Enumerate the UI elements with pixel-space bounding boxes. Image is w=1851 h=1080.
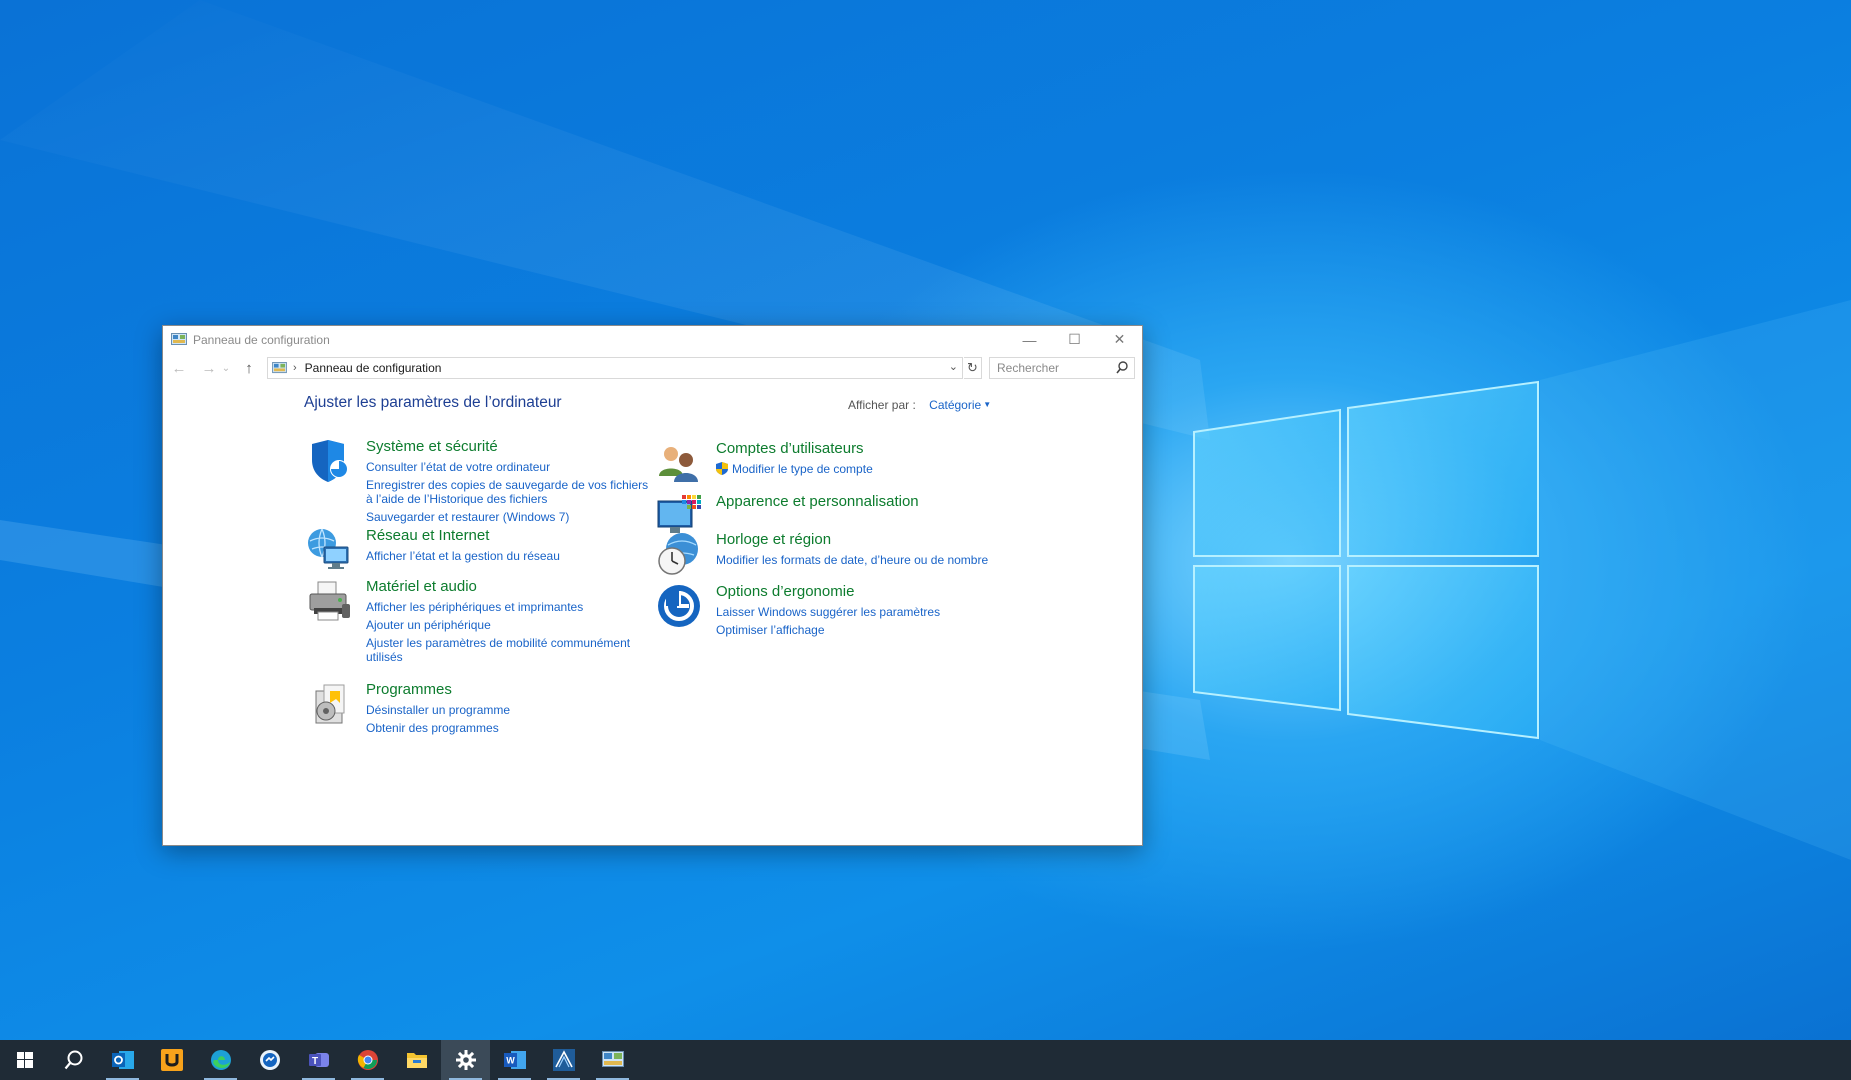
messenger-icon bbox=[259, 1050, 280, 1070]
content-area: Ajuster les paramètres de l’ordinateur A… bbox=[163, 383, 1142, 845]
svg-text:T: T bbox=[311, 1056, 317, 1067]
control-panel-window: Panneau de configuration — ☐ ✕ ← → ⌄ ↑ ›… bbox=[162, 325, 1143, 846]
search-icon[interactable] bbox=[1116, 361, 1128, 375]
category-title[interactable]: Horloge et région bbox=[716, 531, 831, 548]
link-network-status[interactable]: Afficher l’état et la gestion du réseau bbox=[366, 549, 656, 563]
up-button[interactable]: ↑ bbox=[238, 357, 260, 379]
refresh-button[interactable]: ↻ bbox=[964, 357, 982, 379]
shield-icon[interactable] bbox=[306, 438, 352, 484]
users-icon[interactable] bbox=[656, 440, 702, 486]
programs-icon[interactable] bbox=[306, 681, 352, 727]
printer-icon[interactable] bbox=[306, 578, 352, 624]
control-panel-icon bbox=[171, 333, 187, 345]
search-placeholder: Rechercher bbox=[997, 361, 1060, 375]
link-add-device[interactable]: Ajouter un périphérique bbox=[366, 618, 656, 632]
taskbar-outlook[interactable] bbox=[98, 1040, 147, 1080]
teams-icon: T bbox=[308, 1053, 329, 1067]
taskbar: T W bbox=[0, 1040, 1851, 1080]
breadcrumb-control-panel[interactable]: Panneau de configuration bbox=[305, 361, 442, 375]
page-title: Ajuster les paramètres de l’ordinateur bbox=[304, 394, 562, 411]
caret-down-icon[interactable]: ▼ bbox=[983, 400, 991, 409]
link-uninstall-program[interactable]: Désinstaller un programme bbox=[366, 703, 656, 717]
settings-icon bbox=[455, 1050, 476, 1070]
link-mobility-settings[interactable]: Ajuster les paramètres de mobilité commu… bbox=[366, 636, 656, 664]
link-windows-suggest[interactable]: Laisser Windows suggérer les paramètres bbox=[716, 605, 1006, 619]
taskbar-settings[interactable] bbox=[441, 1040, 490, 1080]
search-icon bbox=[64, 1050, 82, 1070]
outlook-icon bbox=[111, 1051, 134, 1069]
recent-locations-button[interactable]: ⌄ bbox=[220, 357, 232, 379]
file-explorer-icon bbox=[406, 1053, 427, 1068]
window-title: Panneau de configuration bbox=[193, 332, 330, 347]
network-icon[interactable] bbox=[306, 527, 352, 573]
category-title[interactable]: Options d’ergonomie bbox=[716, 583, 854, 600]
taskbar-word[interactable]: W bbox=[490, 1040, 539, 1080]
word-icon: W bbox=[503, 1051, 526, 1069]
ease-of-access-icon[interactable] bbox=[656, 583, 702, 629]
control-panel-icon bbox=[272, 362, 287, 374]
start-button[interactable] bbox=[0, 1040, 49, 1080]
maximize-button[interactable]: ☐ bbox=[1052, 326, 1097, 353]
link-date-formats[interactable]: Modifier les formats de date, d’heure ou… bbox=[716, 553, 1006, 567]
search-button[interactable] bbox=[49, 1040, 98, 1080]
minimize-button[interactable]: — bbox=[1007, 326, 1052, 353]
breadcrumb-separator[interactable]: › bbox=[293, 362, 297, 374]
link-get-programs[interactable]: Obtenir des programmes bbox=[366, 721, 656, 735]
taskbar-uplay[interactable] bbox=[147, 1040, 196, 1080]
category-title[interactable]: Système et sécurité bbox=[366, 438, 498, 455]
address-dropdown-button[interactable]: ⌄ bbox=[949, 360, 958, 373]
forward-button[interactable]: → bbox=[198, 357, 220, 379]
taskbar-app[interactable] bbox=[539, 1040, 588, 1080]
address-bar[interactable]: › Panneau de configuration ⌄ bbox=[267, 357, 963, 379]
close-button[interactable]: ✕ bbox=[1097, 326, 1142, 353]
address-bar-row: ← → ⌄ ↑ › Panneau de configuration ⌄ ↻ R… bbox=[163, 353, 1142, 383]
link-file-history[interactable]: Enregistrer des copies de sauvegarde de … bbox=[366, 478, 656, 506]
app-icon bbox=[552, 1049, 575, 1071]
category-title[interactable]: Programmes bbox=[366, 681, 452, 698]
back-button[interactable]: ← bbox=[168, 357, 190, 379]
start-icon bbox=[16, 1052, 33, 1068]
svg-text:W: W bbox=[506, 1056, 515, 1066]
view-by: Afficher par : Catégorie ▼ bbox=[848, 398, 991, 412]
link-optimize-display[interactable]: Optimiser l’affichage bbox=[716, 623, 1006, 637]
category-title[interactable]: Apparence et personnalisation bbox=[716, 493, 919, 510]
link-change-account-type-label[interactable]: Modifier le type de compte bbox=[732, 462, 873, 476]
taskbar-control-panel[interactable] bbox=[588, 1040, 637, 1080]
taskbar-file-explorer[interactable] bbox=[392, 1040, 441, 1080]
link-change-account-type[interactable]: Modifier le type de compte bbox=[716, 461, 1006, 476]
taskbar-edge[interactable] bbox=[196, 1040, 245, 1080]
edge-icon bbox=[210, 1050, 231, 1070]
taskbar-teams[interactable]: T bbox=[294, 1040, 343, 1080]
category-title[interactable]: Comptes d’utilisateurs bbox=[716, 440, 864, 457]
windows-logo bbox=[1193, 380, 1539, 740]
chrome-icon bbox=[357, 1050, 378, 1070]
category-title[interactable]: Réseau et Internet bbox=[366, 527, 489, 544]
uac-shield-icon bbox=[716, 462, 728, 475]
category-title[interactable]: Matériel et audio bbox=[366, 578, 477, 595]
uplay-icon bbox=[160, 1049, 183, 1071]
taskbar-chrome[interactable] bbox=[343, 1040, 392, 1080]
view-by-label: Afficher par : bbox=[848, 398, 916, 412]
clock-globe-icon[interactable] bbox=[656, 531, 702, 577]
search-input[interactable]: Rechercher bbox=[989, 357, 1135, 379]
link-backup-restore[interactable]: Sauvegarder et restaurer (Windows 7) bbox=[366, 510, 656, 524]
taskbar-messenger[interactable] bbox=[245, 1040, 294, 1080]
title-bar[interactable]: Panneau de configuration — ☐ ✕ bbox=[163, 326, 1142, 353]
view-by-dropdown[interactable]: Catégorie bbox=[929, 398, 981, 412]
link-devices-printers[interactable]: Afficher les périphériques et imprimante… bbox=[366, 600, 656, 614]
link-check-status[interactable]: Consulter l’état de votre ordinateur bbox=[366, 460, 656, 474]
control-panel-icon bbox=[601, 1051, 624, 1067]
